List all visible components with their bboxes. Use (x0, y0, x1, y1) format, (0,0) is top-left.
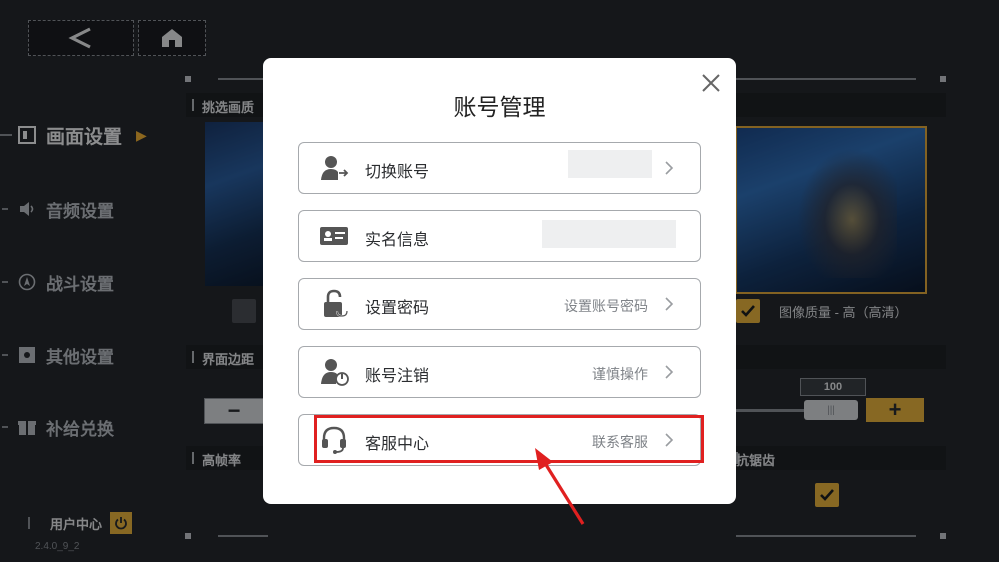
lock-icon (319, 289, 349, 318)
row-label: 实名信息 (365, 232, 430, 249)
row-label: 设置密码 (365, 300, 430, 317)
highlight-box (314, 415, 704, 463)
real-name-info-row[interactable]: 实名信息 (298, 210, 701, 262)
set-password-row[interactable]: 设置密码 设置账号密码 (298, 278, 701, 330)
chevron-right-icon (665, 161, 674, 175)
row-label: 账号注销 (365, 368, 430, 385)
pointer-arrow-icon (535, 448, 585, 525)
switch-account-icon (319, 154, 349, 182)
user-logout-icon (319, 358, 349, 386)
row-label: 切换账号 (365, 164, 430, 181)
redacted-real-name (542, 220, 676, 248)
id-card-icon (319, 222, 349, 250)
row-value: 谨慎操作 (592, 366, 648, 382)
chevron-right-icon (665, 297, 674, 311)
chevron-right-icon (665, 365, 674, 379)
switch-account-row[interactable]: 切换账号 (298, 142, 701, 194)
dialog-title: 账号管理 (453, 94, 546, 120)
row-value: 设置账号密码 (564, 298, 648, 314)
delete-account-row[interactable]: 账号注销 谨慎操作 (298, 346, 701, 398)
close-icon[interactable] (700, 72, 722, 94)
redacted-account-name (568, 150, 652, 178)
